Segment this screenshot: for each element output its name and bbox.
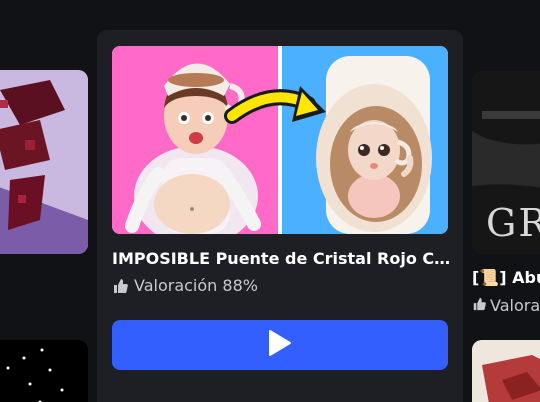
thumbs-up-icon (472, 296, 486, 315)
game-rating: Valoración 88% (112, 276, 258, 295)
game-thumbnail-right-bottom (472, 340, 540, 402)
game-card[interactable]: IMPOSIBLE Puente de Cristal Rojo Cerebro… (97, 30, 463, 402)
thumbnail-caption: GRA (486, 201, 540, 245)
rating-label-right: Valora (490, 296, 540, 315)
thumbs-up-icon (112, 278, 128, 294)
game-tile-right-bottom[interactable] (472, 340, 540, 402)
game-thumbnail-left-top (0, 70, 88, 254)
game-tile-left-top[interactable] (0, 70, 88, 254)
game-rating-right: Valora (472, 296, 540, 315)
game-tile-right-top[interactable]: GRA (472, 71, 540, 254)
game-thumbnail[interactable] (112, 46, 448, 234)
game-thumbnail-right-top: GRA (472, 71, 540, 254)
game-carousel: GRA [📜] Abu Valora (0, 0, 540, 402)
game-title[interactable]: IMPOSIBLE Puente de Cristal Rojo Cerebro (112, 249, 452, 268)
thumbnail-art (112, 46, 448, 234)
play-button[interactable] (112, 320, 448, 370)
game-title-right[interactable]: [📜] Abu (472, 268, 540, 287)
game-tile-left-bottom[interactable] (0, 340, 88, 402)
rating-label: Valoración 88% (134, 276, 258, 295)
game-thumbnail-left-bottom (0, 340, 88, 402)
play-icon (268, 329, 292, 361)
